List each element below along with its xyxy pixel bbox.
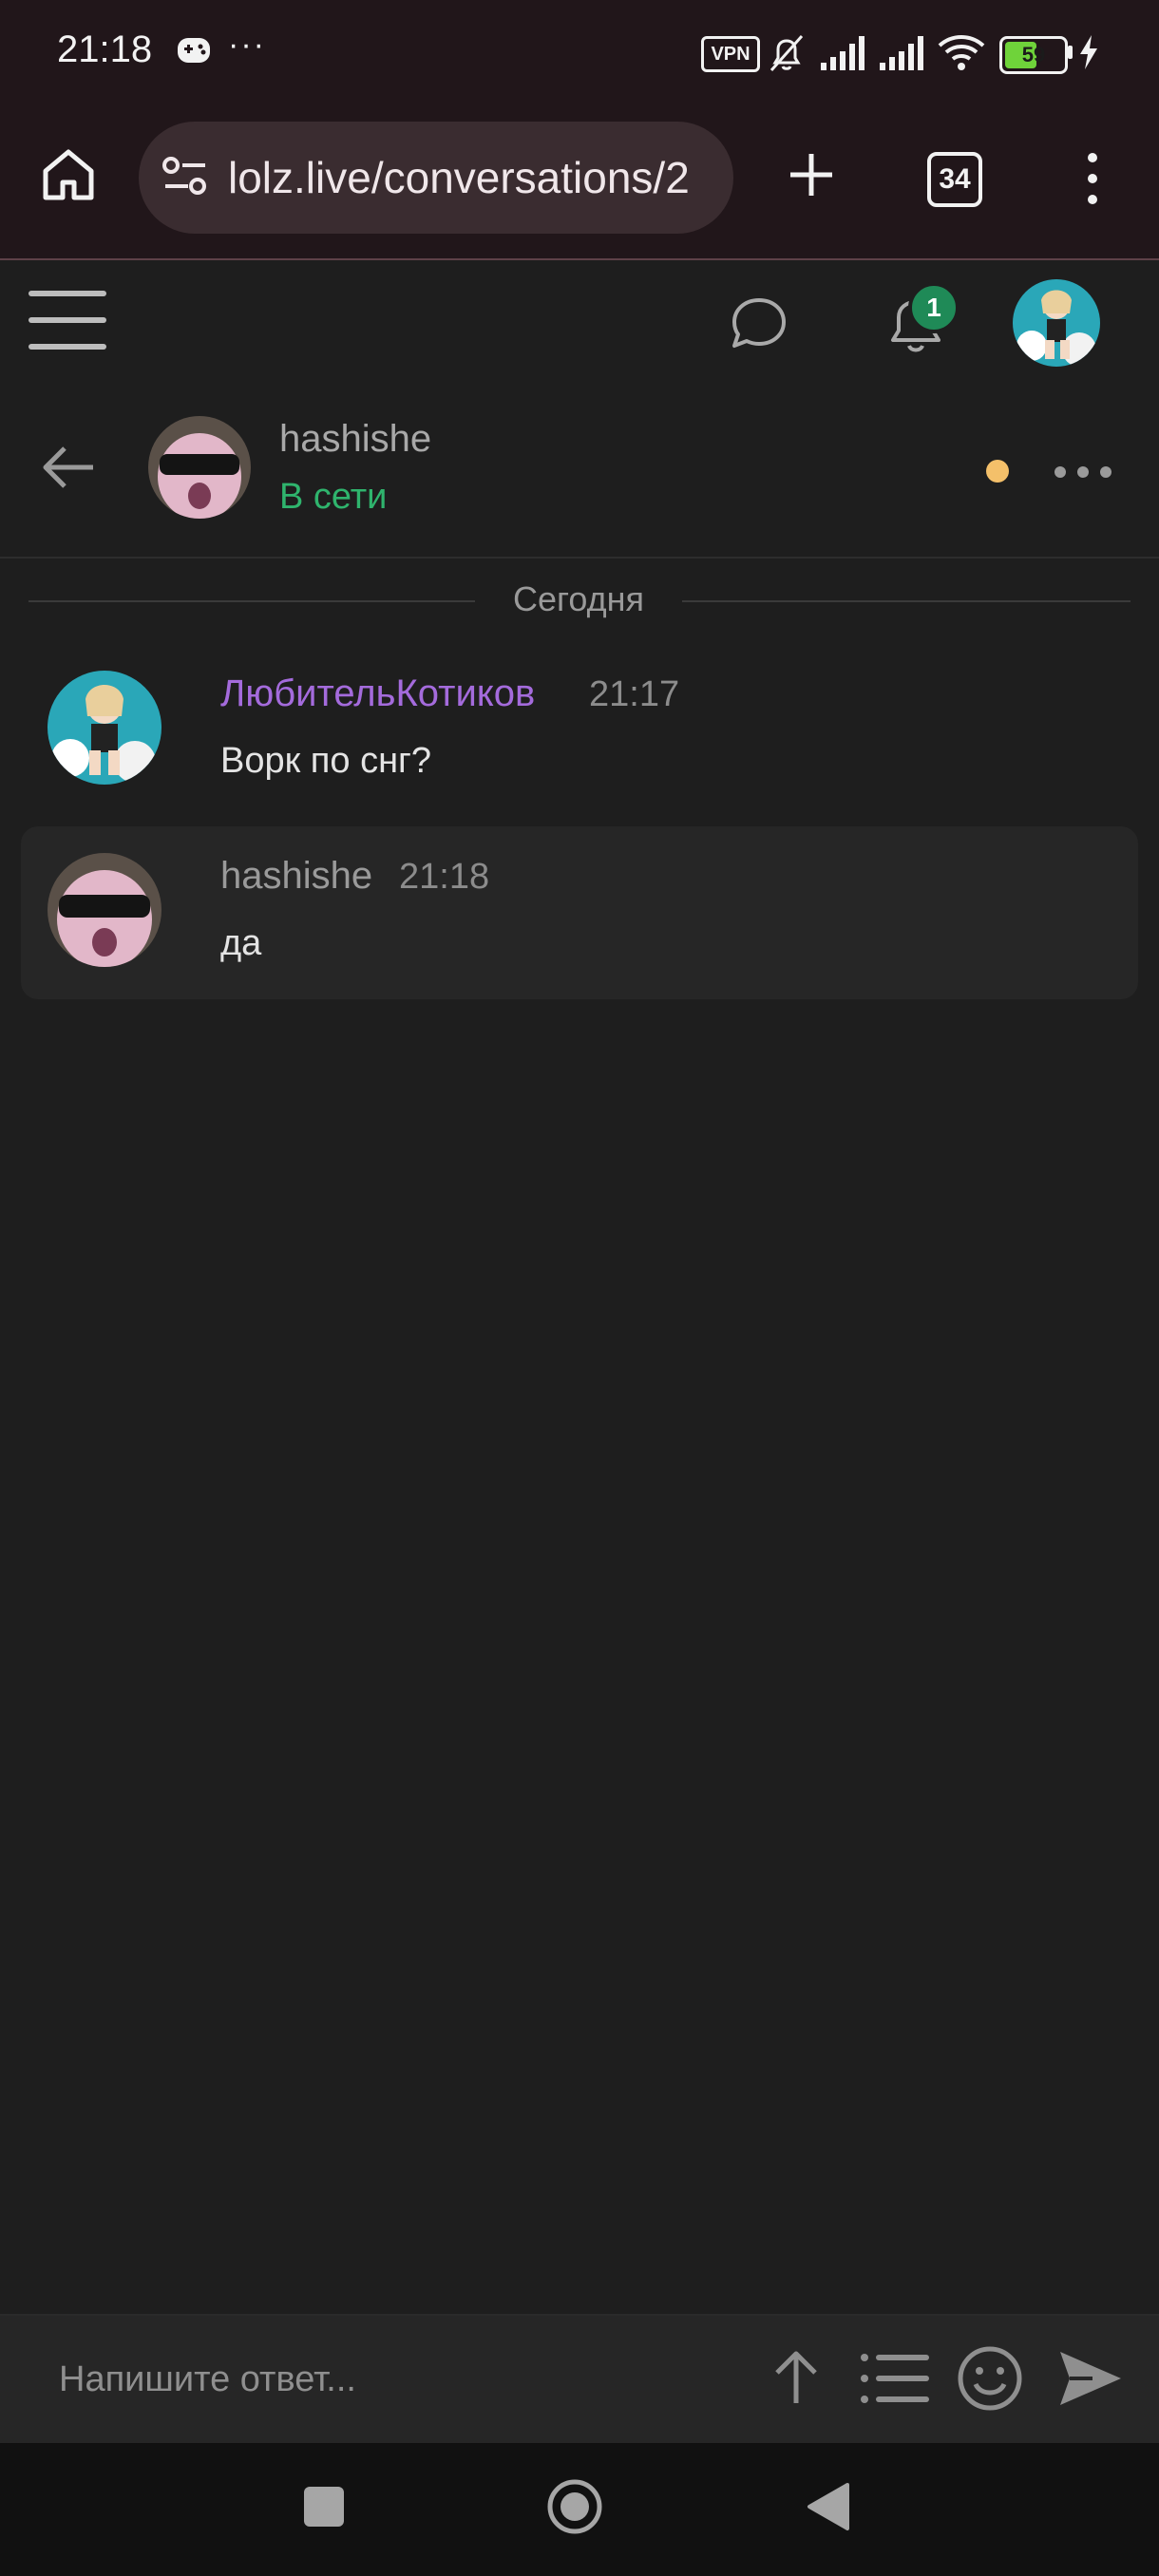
account-avatar[interactable] bbox=[1013, 279, 1100, 367]
message-row-highlight bbox=[21, 826, 1138, 999]
reply-input[interactable] bbox=[57, 2350, 726, 2409]
message-text: Ворк по снг? bbox=[220, 741, 432, 781]
triangle-back-icon bbox=[808, 2483, 849, 2530]
conversation-username[interactable]: hashishe bbox=[279, 418, 431, 461]
site-menu-button[interactable] bbox=[27, 287, 108, 353]
back-nav-button[interactable] bbox=[806, 2481, 851, 2532]
date-divider-label: Сегодня bbox=[513, 579, 644, 618]
date-divider-line bbox=[28, 600, 475, 602]
message-avatar[interactable] bbox=[48, 671, 162, 785]
recents-button[interactable] bbox=[304, 2487, 344, 2527]
battery-tip bbox=[1068, 46, 1073, 59]
charging-icon bbox=[1077, 34, 1100, 75]
message-time: 21:17 bbox=[589, 674, 680, 714]
message-author[interactable]: ЛюбительКотиков bbox=[220, 672, 535, 715]
message-avatar[interactable] bbox=[48, 853, 162, 967]
arrow-up-icon bbox=[775, 2351, 817, 2403]
home-nav-button[interactable] bbox=[545, 2477, 604, 2536]
site-settings-icon[interactable] bbox=[162, 154, 209, 204]
hamburger-icon bbox=[28, 291, 106, 350]
bell-off-icon bbox=[766, 32, 808, 79]
send-icon bbox=[1060, 2352, 1121, 2405]
notifications-count-badge: 1 bbox=[908, 282, 960, 333]
message-text: да bbox=[220, 923, 262, 963]
message-time: 21:18 bbox=[399, 857, 490, 897]
home-circle-icon bbox=[547, 2479, 602, 2534]
conversation-options-button[interactable] bbox=[1053, 460, 1113, 484]
browser-home-button[interactable] bbox=[36, 142, 101, 207]
send-button[interactable] bbox=[1054, 2344, 1127, 2413]
vpn-icon: VPN bbox=[701, 36, 760, 72]
upload-button[interactable] bbox=[762, 2344, 830, 2413]
conversations-button[interactable] bbox=[726, 291, 792, 357]
more-notifications-icon: ··· bbox=[228, 27, 266, 63]
site-header bbox=[0, 260, 1159, 382]
battery-level-label: 59 bbox=[1021, 43, 1046, 66]
emoji-icon bbox=[958, 2346, 1022, 2411]
wifi-icon bbox=[937, 32, 986, 77]
chat-bubble-icon bbox=[732, 298, 786, 348]
kebab-icon bbox=[1088, 153, 1097, 204]
message-author[interactable]: hashishe bbox=[220, 855, 372, 898]
online-status: В сети bbox=[279, 477, 388, 517]
browser-menu-button[interactable] bbox=[1074, 150, 1112, 207]
gamepad-icon bbox=[177, 36, 211, 69]
url-text[interactable]: lolz.live/conversations/2 bbox=[228, 152, 722, 203]
signal-icon bbox=[878, 34, 927, 77]
plus-icon bbox=[790, 154, 832, 196]
emoji-button[interactable] bbox=[956, 2344, 1024, 2413]
back-button[interactable] bbox=[34, 433, 103, 502]
arrow-left-icon bbox=[43, 446, 93, 488]
status-dot bbox=[986, 460, 1009, 483]
tabs-count-button[interactable]: 34 bbox=[927, 152, 982, 207]
home-icon bbox=[43, 149, 94, 200]
status-time: 21:18 bbox=[57, 28, 153, 70]
date-divider-line bbox=[682, 600, 1130, 602]
list-icon bbox=[861, 2354, 929, 2403]
more-horizontal-icon bbox=[1054, 466, 1112, 478]
signal-icon bbox=[819, 34, 868, 77]
new-tab-button[interactable] bbox=[779, 142, 844, 207]
battery-icon: 59 bbox=[999, 36, 1068, 74]
conversation-avatar[interactable] bbox=[148, 416, 251, 519]
templates-button[interactable] bbox=[857, 2346, 933, 2411]
